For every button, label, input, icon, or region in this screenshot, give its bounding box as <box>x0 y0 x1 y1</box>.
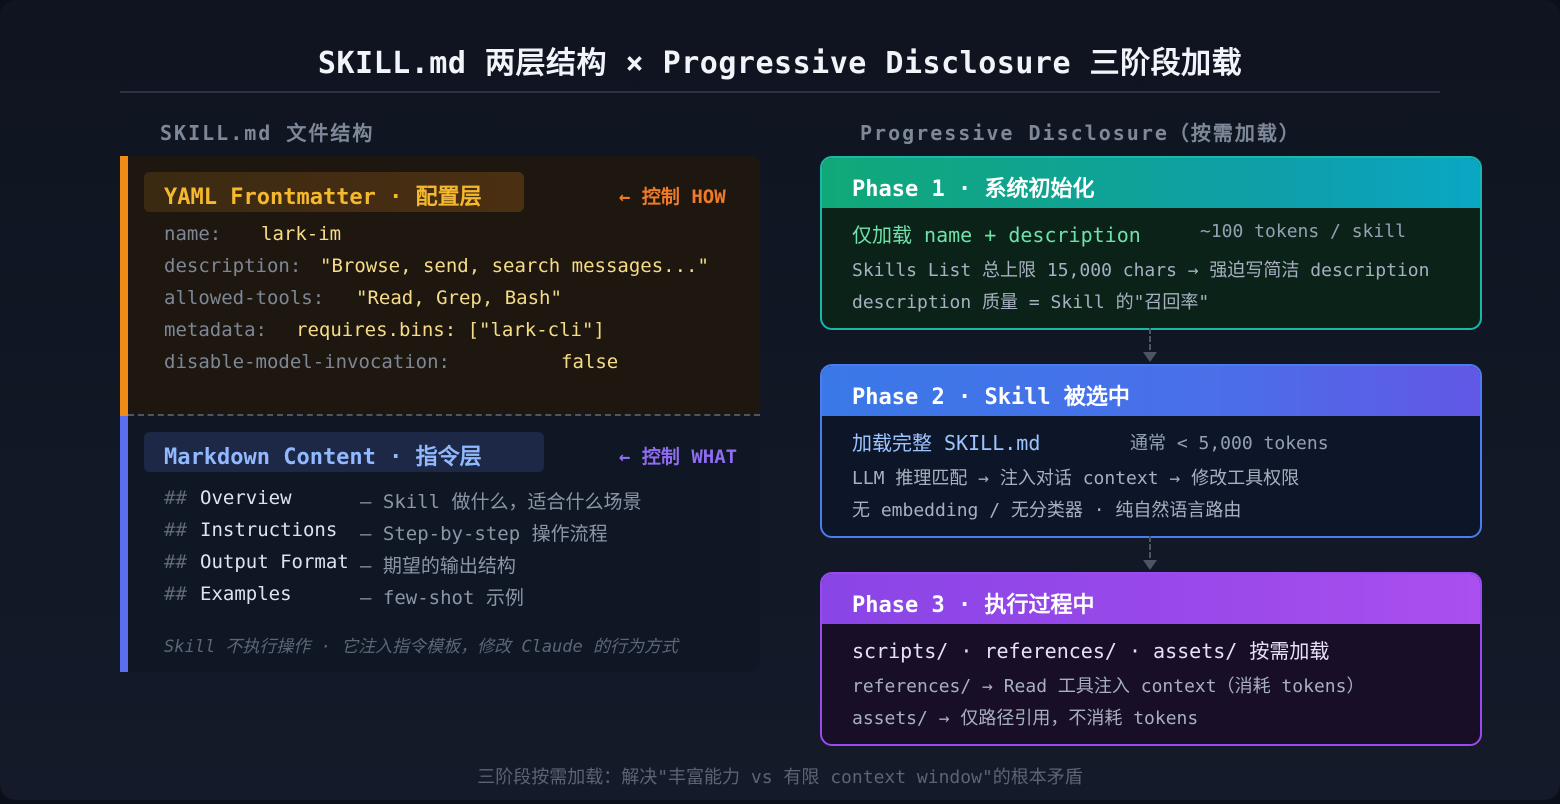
yaml-key-metadata: metadata: <box>164 319 267 341</box>
yaml-badge-label: YAML Frontmatter · 配置层 <box>164 185 482 210</box>
md-desc-overview: — Skill 做什么，适合什么场景 <box>360 491 642 513</box>
md-desc-instructions: — Step-by-step 操作流程 <box>360 523 608 545</box>
yaml-key-description: description: <box>164 255 302 277</box>
diagram-canvas: SKILL.md 两层结构 × Progressive Disclosure 三… <box>0 0 1560 800</box>
markdown-badge-label: Markdown Content · 指令层 <box>164 445 482 470</box>
phase-3-line-2: assets/ → 仅路径引用，不消耗 tokens <box>852 708 1199 729</box>
phase-3-card: Phase 3 · 执行过程中 scripts/ · references/ ·… <box>820 572 1482 746</box>
left-column-heading: SKILL.md 文件结构 <box>160 121 375 145</box>
markdown-accent-bar <box>120 416 128 672</box>
md-heading-overview: Overview <box>200 487 292 509</box>
phase-2-header: Phase 2 · Skill 被选中 <box>822 366 1480 416</box>
yaml-key-name: name: <box>164 223 222 245</box>
phase-1-line-2: description 质量 = Skill 的"召回率" <box>852 292 1210 313</box>
down-arrow-icon <box>1143 352 1157 362</box>
md-hash: ## <box>164 551 187 573</box>
yaml-value-description: "Browse, send, search messages..." <box>320 255 709 277</box>
phase-1-header: Phase 1 · 系统初始化 <box>822 158 1480 208</box>
md-heading-output-format: Output Format <box>200 551 349 573</box>
phase-2-line-2: 无 embedding / 无分类器 · 纯自然语言路由 <box>852 500 1242 521</box>
yaml-key-disable-model-invocation: disable-model-invocation: <box>164 351 450 373</box>
yaml-value-metadata: requires.bins: ["lark-cli"] <box>296 319 605 341</box>
md-hash: ## <box>164 583 187 605</box>
md-heading-examples: Examples <box>200 583 292 605</box>
yaml-key-allowed-tools: allowed-tools: <box>164 287 325 309</box>
phase-connector <box>1149 328 1151 350</box>
layer-separator <box>128 414 760 416</box>
md-heading-instructions: Instructions <box>200 519 338 541</box>
phase-3-main: scripts/ · references/ · assets/ 按需加载 <box>852 639 1330 663</box>
phase-3-line-1: references/ → Read 工具注入 context（消耗 token… <box>852 676 1365 697</box>
phase-connector <box>1149 536 1151 558</box>
phase-1-card: Phase 1 · 系统初始化 仅加载 name + description ~… <box>820 156 1482 330</box>
phase-2-line-1: LLM 推理匹配 → 注入对话 context → 修改工具权限 <box>852 468 1300 489</box>
md-desc-output-format: — 期望的输出结构 <box>360 555 516 577</box>
phase-2-side: 通常 < 5,000 tokens <box>1130 433 1329 454</box>
phase-1-line-1: Skills List 总上限 15,000 chars → 强迫写简洁 des… <box>852 260 1430 281</box>
markdown-control-label: ← 控制 WHAT <box>619 446 738 468</box>
phase-3-header: Phase 3 · 执行过程中 <box>822 574 1480 624</box>
yaml-value-name: lark-im <box>261 223 342 245</box>
yaml-value-allowed-tools: "Read, Grep, Bash" <box>356 287 562 309</box>
yaml-value-disable-model-invocation: false <box>561 351 619 373</box>
phase-1-side: ~100 tokens / skill <box>1200 221 1406 242</box>
phase-1-main: 仅加载 name + description <box>852 223 1141 247</box>
phase-2-card: Phase 2 · Skill 被选中 加载完整 SKILL.md 通常 < 5… <box>820 364 1482 538</box>
page-title: SKILL.md 两层结构 × Progressive Disclosure 三… <box>317 46 1243 81</box>
yaml-control-label: ← 控制 HOW <box>619 186 726 208</box>
markdown-note: Skill 不执行操作 · 它注入指令模板，修改 Claude 的行为方式 <box>164 637 678 657</box>
phase-2-main: 加载完整 SKILL.md <box>852 431 1041 455</box>
footer-caption: 三阶段按需加载：解决"丰富能力 vs 有限 context window"的根本… <box>477 767 1083 788</box>
down-arrow-icon <box>1143 560 1157 570</box>
md-hash: ## <box>164 519 187 541</box>
phase-3-title: Phase 3 · 执行过程中 <box>852 593 1095 618</box>
md-hash: ## <box>164 487 187 509</box>
title-divider <box>120 91 1440 93</box>
yaml-accent-bar <box>120 156 128 416</box>
phase-2-title: Phase 2 · Skill 被选中 <box>852 385 1130 410</box>
md-desc-examples: — few-shot 示例 <box>360 587 524 609</box>
phase-1-title: Phase 1 · 系统初始化 <box>852 177 1095 202</box>
right-column-heading: Progressive Disclosure（按需加载） <box>860 121 1301 145</box>
